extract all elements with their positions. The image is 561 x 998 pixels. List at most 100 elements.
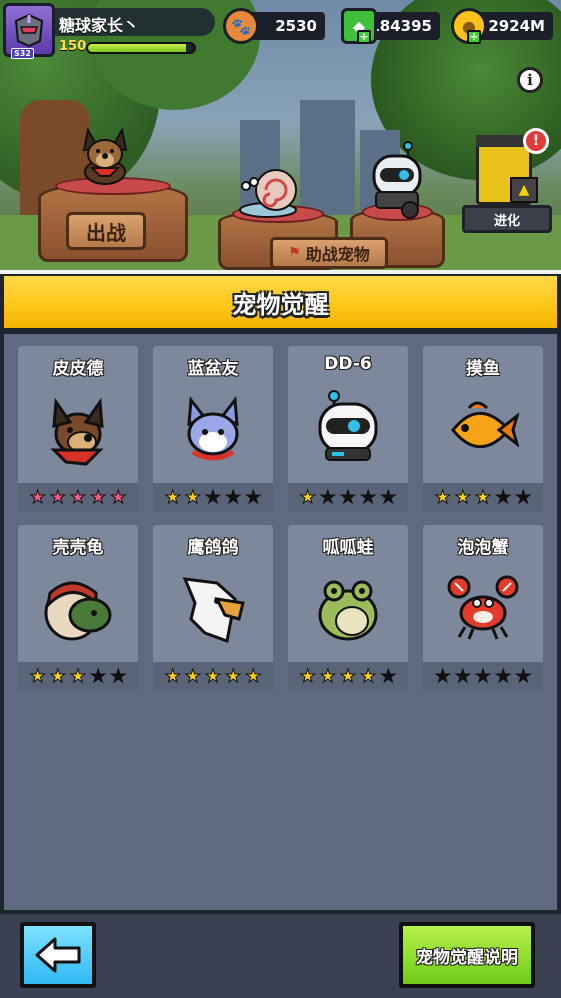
paw-currency-value: 2530 (275, 17, 317, 35)
assist-robot-pet[interactable] (366, 140, 426, 220)
xp-bar (86, 42, 196, 54)
star-filled-icon: ★ (69, 486, 87, 508)
turtle-icon (44, 581, 112, 641)
star-empty-icon: ★ (204, 486, 222, 508)
star-filled-icon: ★ (474, 486, 492, 508)
star-filled-icon: ★ (319, 665, 336, 687)
gold-currency-value: 2924M (488, 17, 545, 35)
star-empty-icon: ★ (110, 665, 127, 687)
pet-card[interactable]: 鹰鸽鸽 ★ ★ ★ ★ ★ (153, 525, 273, 691)
star-empty-icon: ★ (225, 486, 242, 508)
star-filled-icon: ★ (29, 665, 46, 687)
cat-icon (187, 396, 239, 461)
pet-name: 鹰鸽鸽 (187, 538, 239, 558)
star-empty-icon: ★ (434, 665, 451, 687)
assist-snail-pet[interactable] (236, 160, 306, 220)
star-rating: ★ ★ ★ ★ ★ (153, 662, 273, 691)
panel-banner: 宠物觉醒 (4, 276, 557, 332)
star-empty-icon: ★ (495, 665, 512, 687)
gold-currency[interactable]: ● + 2924M (451, 8, 553, 44)
star-rating: ★ ★ ★ ★ ★ (423, 662, 543, 691)
pet-card[interactable]: 呱呱蛙 ★ ★ ★ ★ ★ (288, 525, 408, 691)
star-filled-icon: ★ (164, 486, 181, 508)
robot-icon (318, 390, 378, 461)
star-filled-icon: ★ (110, 486, 127, 508)
up-arrow-icon: ▲ (510, 177, 538, 203)
pet-card[interactable]: DD-6 ★ ★ ★ ★ ★ (288, 346, 408, 512)
eagle-icon (182, 577, 245, 644)
avatar[interactable]: S32 (3, 3, 55, 59)
star-empty-icon: ★ (515, 486, 532, 508)
pet-name: 壳壳龟 (52, 538, 104, 558)
add-gold-icon[interactable]: + (467, 30, 481, 44)
gem-currency[interactable]: ◆ + 184395 (341, 8, 440, 44)
awakening-help-button[interactable]: 宠物觉醒说明 (399, 922, 535, 988)
star-filled-icon: ★ (225, 665, 242, 687)
pet-name: 皮皮德 (52, 359, 104, 379)
star-empty-icon: ★ (380, 665, 397, 687)
add-gem-icon[interactable]: + (357, 30, 371, 44)
star-empty-icon: ★ (245, 486, 262, 508)
star-filled-icon: ★ (90, 486, 107, 508)
star-rating: ★ ★ ★ ★ ★ (18, 662, 138, 691)
star-filled-icon: ★ (69, 665, 87, 687)
star-empty-icon: ★ (360, 486, 377, 508)
deploy-button[interactable]: 出战 (66, 212, 146, 250)
xp-bar-fill (88, 44, 186, 52)
star-empty-icon: ★ (474, 665, 492, 687)
pet-card[interactable]: 蓝盆友 ★ ★ ★ ★ ★ (153, 346, 273, 512)
crab-icon (447, 575, 519, 640)
star-rating: ★ ★ ★ ★ ★ (288, 483, 408, 512)
star-filled-icon: ★ (299, 486, 316, 508)
back-button[interactable] (20, 922, 96, 988)
assist-pets-label: 助战宠物 (305, 245, 370, 264)
star-filled-icon: ★ (29, 486, 46, 508)
paw-coin-icon: 🐾 (223, 8, 259, 44)
star-empty-icon: ★ (319, 486, 336, 508)
paw-currency[interactable]: 🐾 2530 (223, 8, 325, 44)
fish-icon (451, 401, 519, 449)
pet-name: 泡泡蟹 (457, 538, 509, 558)
star-filled-icon: ★ (339, 665, 357, 687)
star-empty-icon: ★ (495, 486, 512, 508)
top-hud: S32 糖球家长丶 150 🐾 2530 ◆ + 184395 ● + 2924… (0, 0, 561, 60)
pet-card[interactable]: 泡泡蟹 ★ ★ ★ ★ ★ (423, 525, 543, 691)
star-filled-icon: ★ (49, 665, 66, 687)
pet-name: 蓝盆友 (187, 359, 239, 379)
deployed-dog-pet[interactable] (70, 120, 140, 190)
player-level: 150 (59, 39, 87, 54)
star-empty-icon: ★ (515, 665, 532, 687)
gem-currency-value: 184395 (369, 17, 432, 35)
star-filled-icon: ★ (204, 665, 222, 687)
pet-name: 摸鱼 (466, 359, 500, 379)
player-name: 糖球家长丶 (59, 16, 140, 35)
info-icon[interactable]: i (517, 67, 543, 93)
assist-pets-button[interactable]: ⚑ 助战宠物 (270, 237, 388, 269)
pet-card[interactable]: 皮皮德 ★ ★ ★ ★ ★ (18, 346, 138, 512)
star-filled-icon: ★ (245, 665, 262, 687)
star-empty-icon: ★ (90, 665, 107, 687)
star-filled-icon: ★ (454, 486, 471, 508)
star-empty-icon: ★ (339, 486, 357, 508)
back-arrow-icon (35, 937, 81, 973)
star-rating: ★ ★ ★ ★ ★ (423, 483, 543, 512)
building (300, 100, 355, 220)
star-filled-icon: ★ (49, 486, 66, 508)
star-rating: ★ ★ ★ ★ ★ (18, 483, 138, 512)
evolve-label: 进化 (462, 205, 552, 233)
star-filled-icon: ★ (360, 665, 377, 687)
star-filled-icon: ★ (299, 665, 316, 687)
star-filled-icon: ★ (184, 665, 201, 687)
avatar-season-badge: S32 (11, 48, 34, 59)
star-rating: ★ ★ ★ ★ ★ (288, 662, 408, 691)
star-filled-icon: ★ (434, 486, 451, 508)
alert-icon: ! (523, 128, 549, 154)
star-filled-icon: ★ (164, 665, 181, 687)
star-filled-icon: ★ (184, 486, 201, 508)
flag-icon: ⚑ (288, 245, 301, 261)
panel-title: 宠物觉醒 (232, 290, 329, 319)
pet-name: 呱呱蛙 (322, 538, 374, 558)
star-empty-icon: ★ (454, 665, 471, 687)
pet-card[interactable]: 摸鱼 ★ ★ ★ ★ ★ (423, 346, 543, 512)
pet-card[interactable]: 壳壳龟 ★ ★ ★ ★ ★ (18, 525, 138, 691)
